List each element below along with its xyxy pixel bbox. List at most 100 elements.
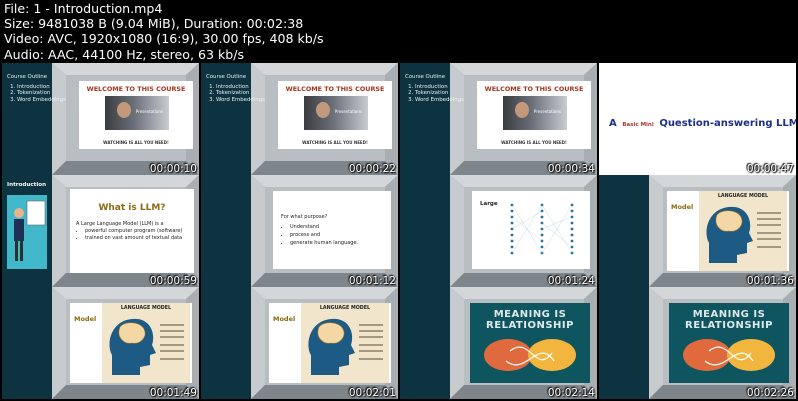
welcome-slide: WELCOME TO THIS COURSE Presentations WAT… bbox=[477, 81, 591, 149]
llm-bullet: powerful computer program (software) bbox=[85, 228, 188, 235]
presentation-image: Presentations bbox=[503, 96, 567, 130]
size-line: Size: 9481038 B (9.04 MiB), Duration: 00… bbox=[4, 16, 304, 32]
brain-head-graphic bbox=[308, 318, 383, 375]
outline-item: Introduction bbox=[415, 84, 464, 91]
model-label: Model bbox=[273, 315, 296, 323]
meaning-slide: MEANING IS RELATIONSHIP bbox=[669, 303, 789, 383]
course-outline: Course Outline IntroductionTokenizationW… bbox=[206, 74, 265, 103]
thumbnail-3[interactable]: Course Outline IntroductionTokenizationW… bbox=[400, 63, 597, 175]
outline-item: Tokenization bbox=[216, 90, 265, 97]
thumbnail-8[interactable]: Model LANGUAGE MODEL 00:01:36 bbox=[599, 175, 796, 287]
thumbnail-11[interactable]: MEANING IS RELATIONSHIP 00:02:14 bbox=[400, 287, 597, 399]
outline-title: Course Outline bbox=[7, 74, 48, 80]
purpose-slide: For what purpose? Understandprocess andg… bbox=[273, 191, 391, 269]
thumbnail-10[interactable]: Model LANGUAGE MODEL 00:02:01 bbox=[201, 287, 398, 399]
image-text: Presentations bbox=[334, 109, 362, 114]
timestamp: 00:02:14 bbox=[547, 387, 595, 399]
qa-title: A Basic Mini Question-answering LLM bbox=[609, 111, 796, 130]
model-label: Model bbox=[74, 315, 97, 323]
purpose-bullet: Understand bbox=[290, 223, 358, 231]
qa-a: A bbox=[609, 118, 617, 129]
outline-item: Tokenization bbox=[17, 90, 66, 97]
meaning-slide: MEANING IS RELATIONSHIP bbox=[470, 303, 590, 383]
neural-network-graphic bbox=[510, 203, 574, 255]
language-model-slide: Model LANGUAGE MODEL bbox=[70, 303, 192, 383]
outline-item: Introduction bbox=[216, 84, 265, 91]
slide-title: WELCOME TO THIS COURSE bbox=[484, 85, 584, 93]
slide-footer: WATCHING IS ALL YOU NEED! bbox=[501, 140, 567, 145]
outline-item: Tokenization bbox=[415, 90, 464, 97]
outline-title: Course Outline bbox=[405, 74, 446, 80]
file-info-header: File: 1 - Introduction.mp4 Size: 9481038 … bbox=[4, 1, 324, 62]
slide-title: MEANING IS RELATIONSHIP bbox=[486, 309, 574, 331]
brain-head-graphic bbox=[109, 318, 184, 375]
timestamp: 00:00:34 bbox=[547, 163, 595, 175]
lm-title: LANGUAGE MODEL bbox=[319, 306, 371, 311]
video-line: Video: AVC, 1920x1080 (16:9), 30.00 fps,… bbox=[4, 31, 324, 47]
timestamp: 00:01:12 bbox=[348, 275, 396, 287]
presentation-image: Presentations bbox=[304, 96, 368, 130]
lm-illustration: LANGUAGE MODEL bbox=[102, 303, 190, 383]
brain-head-graphic bbox=[706, 206, 781, 263]
outline-title: Course Outline bbox=[206, 74, 247, 80]
outline-item: Introduction bbox=[17, 84, 66, 91]
slide-title: What is LLM? bbox=[98, 203, 166, 213]
lm-illustration: LANGUAGE MODEL bbox=[699, 191, 787, 271]
qa-small: Basic Mini bbox=[622, 122, 654, 128]
course-outline: Course Outline IntroductionTokenizationW… bbox=[405, 74, 464, 103]
intro-label: Introduction bbox=[7, 182, 47, 188]
slide-body: For what purpose? Understandprocess andg… bbox=[281, 213, 358, 247]
llm-line: A Large Language Model (LLM) is a bbox=[76, 221, 164, 227]
timestamp: 00:02:01 bbox=[348, 387, 396, 399]
large-slide: Large bbox=[472, 191, 590, 269]
qa-main: Question-answering LLM bbox=[659, 118, 796, 129]
image-text: Presentations bbox=[135, 109, 163, 114]
outline-item: Word Embeddings bbox=[216, 97, 265, 104]
speech-bubbles-graphic bbox=[683, 339, 775, 371]
thumbnail-1[interactable]: Course Outline IntroductionTokenizationW… bbox=[2, 63, 199, 175]
slide-title: WELCOME TO THIS COURSE bbox=[86, 85, 186, 93]
welcome-slide: WELCOME TO THIS COURSE Presentations WAT… bbox=[79, 81, 193, 149]
timestamp: 00:02:26 bbox=[746, 387, 794, 399]
slide-footer: WATCHING IS ALL YOU NEED! bbox=[103, 140, 169, 145]
welcome-slide: WELCOME TO THIS COURSE Presentations WAT… bbox=[278, 81, 392, 149]
timestamp: 00:01:36 bbox=[746, 275, 794, 287]
purpose-bullet: process and bbox=[290, 231, 358, 239]
purpose-bullet: generate human language. bbox=[290, 239, 358, 247]
slide-footer: WATCHING IS ALL YOU NEED! bbox=[302, 140, 368, 145]
thumbnail-5[interactable]: Introduction What is LLM? A Large Langua… bbox=[2, 175, 199, 287]
timestamp: 00:01:49 bbox=[149, 387, 197, 399]
presentation-image: Presentations bbox=[105, 96, 169, 130]
outline-item: Word Embeddings bbox=[415, 97, 464, 104]
language-model-slide: Model LANGUAGE MODEL bbox=[667, 191, 789, 271]
llm-slide: What is LLM? A Large Language Model (LLM… bbox=[70, 189, 194, 273]
slide-title: MEANING IS RELATIONSHIP bbox=[685, 309, 773, 331]
course-outline: Course Outline IntroductionTokenizationW… bbox=[7, 74, 66, 103]
thumbnail-6[interactable]: For what purpose? Understandprocess andg… bbox=[201, 175, 398, 287]
large-label: Large bbox=[480, 201, 498, 207]
thumbnail-12[interactable]: MEANING IS RELATIONSHIP 00:02:26 bbox=[599, 287, 796, 399]
timestamp: 00:00:59 bbox=[149, 275, 197, 287]
slide-body: A Large Language Model (LLM) is a powerf… bbox=[76, 221, 188, 243]
audio-line: Audio: AAC, 44100 Hz, stereo, 63 kb/s bbox=[4, 46, 245, 62]
timestamp: 00:00:10 bbox=[149, 163, 197, 175]
timestamp: 00:01:24 bbox=[547, 275, 595, 287]
lm-title: LANGUAGE MODEL bbox=[717, 194, 769, 199]
lm-illustration: LANGUAGE MODEL bbox=[301, 303, 389, 383]
outline-item: Word Embeddings bbox=[17, 97, 66, 104]
purpose-question: For what purpose? bbox=[281, 214, 328, 220]
thumbnail-9[interactable]: Model LANGUAGE MODEL 00:01:49 bbox=[2, 287, 199, 399]
thumbnail-2[interactable]: Course Outline IntroductionTokenizationW… bbox=[201, 63, 398, 175]
slide-title: WELCOME TO THIS COURSE bbox=[285, 85, 385, 93]
file-line: File: 1 - Introduction.mp4 bbox=[4, 1, 163, 16]
presenter-illustration bbox=[7, 195, 47, 269]
image-text: Presentations bbox=[533, 109, 561, 114]
llm-bullet: trained on vast amount of textual data bbox=[85, 235, 188, 242]
language-model-slide: Model LANGUAGE MODEL bbox=[269, 303, 391, 383]
timestamp: 00:00:22 bbox=[348, 163, 396, 175]
thumbnail-4[interactable]: A Basic Mini Question-answering LLM 00:0… bbox=[599, 63, 796, 175]
thumbnail-7[interactable]: Large 00:01:24 bbox=[400, 175, 597, 287]
lm-title: LANGUAGE MODEL bbox=[120, 306, 172, 311]
model-label: Model bbox=[671, 203, 694, 211]
timestamp: 00:00:47 bbox=[746, 163, 794, 175]
